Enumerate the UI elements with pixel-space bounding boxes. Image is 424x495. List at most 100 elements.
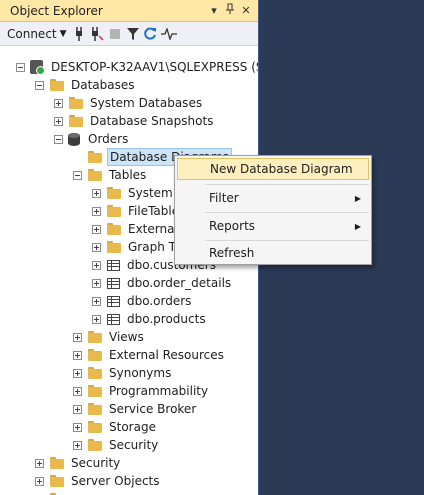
activity-monitor-icon[interactable] [160,24,178,44]
expand-icon[interactable] [92,242,101,252]
expand-icon[interactable] [73,350,82,360]
tree-label-service-broker: Service Broker [109,402,197,416]
dropdown-icon[interactable]: ▾ [206,4,222,17]
collapse-icon[interactable] [16,62,25,72]
folder-icon [87,421,103,433]
tree-node-programmability[interactable]: Programmability [73,382,210,400]
tree-label-server-objects: Server Objects [71,474,160,488]
tree-node-service-broker[interactable]: Service Broker [73,400,198,418]
expand-icon[interactable] [35,458,44,468]
server-icon [30,60,45,75]
refresh-icon[interactable] [142,24,160,44]
database-icon [68,132,80,146]
expand-icon[interactable] [73,422,82,432]
tree-label-security-db: Security [109,438,159,452]
tree-node-table[interactable]: dbo.order_details [92,274,233,292]
expand-icon[interactable] [73,404,82,414]
expand-icon[interactable] [92,260,101,270]
pin-icon[interactable] [222,3,238,18]
expand-icon[interactable] [92,206,101,216]
tree-node-system-tables[interactable]: System T [92,184,186,202]
folder-icon [49,475,65,487]
expand-icon[interactable] [54,116,63,126]
folder-icon [106,205,122,217]
connect-label: Connect [7,26,57,41]
table-icon [107,313,120,325]
folder-icon [87,169,103,181]
tree-label-table: dbo.products [127,312,206,326]
tree-node-storage[interactable]: Storage [73,418,158,436]
tree-label-tables: Tables [109,168,147,182]
menu-separator [205,212,369,213]
folder-icon [87,367,103,379]
expand-icon[interactable] [54,98,63,108]
tree-node-external-resources[interactable]: External Resources [73,346,226,364]
tree-node-table[interactable]: dbo.orders [92,292,193,310]
tree-label-server: DESKTOP-K32AAV1\SQLEXPRESS (SQL [51,60,259,74]
tree-node-database-snapshots[interactable]: Database Snapshots [54,112,215,130]
tree-node-databases[interactable]: Databases [35,76,137,94]
folder-icon [106,241,122,253]
menu-label-filter: Filter [209,191,239,205]
folder-icon [49,79,65,91]
tree-node-security[interactable]: Security [35,454,122,472]
folder-icon [106,187,122,199]
tree-label-programmability: Programmability [109,384,209,398]
expand-icon[interactable] [92,224,101,234]
folder-icon [87,151,103,163]
table-icon [107,277,120,289]
panel-titlebar: Object Explorer ▾ ✕ [0,0,258,22]
menu-item-refresh[interactable]: Refresh [177,242,369,264]
menu-separator [205,240,369,241]
expand-icon[interactable] [73,332,82,342]
tree-node-views[interactable]: Views [73,328,146,346]
tree-node-table[interactable]: dbo.products [92,310,208,328]
menu-item-filter[interactable]: Filter ▶ [177,187,369,209]
expand-icon[interactable] [92,314,101,324]
expand-icon[interactable] [92,188,101,198]
folder-icon [87,439,103,451]
table-icon [107,259,120,271]
filter-icon[interactable] [124,24,142,44]
tree-node-synonyms[interactable]: Synonyms [73,364,173,382]
tree-node-graph-tables[interactable]: Graph Ta [92,238,183,256]
explorer-toolbar: Connect ▼ [0,22,258,46]
tree-label-filetables: FileTable [128,204,180,218]
tree-node-filetables[interactable]: FileTable [92,202,181,220]
menu-label-refresh: Refresh [209,246,255,260]
tree-label-synonyms: Synonyms [109,366,172,380]
folder-icon [87,349,103,361]
submenu-arrow-icon: ▶ [354,193,361,203]
expand-icon[interactable] [73,440,82,450]
tree-node-security-db[interactable]: Security [73,436,160,454]
menu-item-new-database-diagram[interactable]: New Database Diagram [177,158,369,180]
tree-label-storage: Storage [109,420,156,434]
tree-node-server-objects[interactable]: Server Objects [35,472,162,490]
tree-label-table: dbo.order_details [127,276,232,290]
collapse-icon[interactable] [35,80,44,90]
tree-node-partial [35,490,69,495]
collapse-icon[interactable] [73,170,82,180]
folder-icon [87,331,103,343]
tree-node-server[interactable]: DESKTOP-K32AAV1\SQLEXPRESS (SQL [16,58,259,76]
expand-icon[interactable] [73,368,82,378]
connect-button[interactable]: Connect ▼ [4,24,70,44]
tree-node-external-tables[interactable]: External [92,220,180,238]
stop-icon[interactable] [106,24,124,44]
menu-item-reports[interactable]: Reports ▶ [177,215,369,237]
expand-icon[interactable] [92,278,101,288]
expand-icon[interactable] [73,386,82,396]
tree-node-orders[interactable]: Orders [54,130,130,148]
tree-label-databases: Databases [71,78,135,92]
folder-icon [106,223,122,235]
expand-icon[interactable] [92,296,101,306]
disconnect-icon[interactable] [88,24,106,44]
connect-plug-icon[interactable] [70,24,88,44]
tree-node-tables[interactable]: Tables [73,166,148,184]
close-icon[interactable]: ✕ [238,4,254,17]
tree-label-views: Views [109,330,144,344]
collapse-icon[interactable] [54,134,63,144]
tree-node-system-databases[interactable]: System Databases [54,94,204,112]
chevron-down-icon: ▼ [59,28,67,39]
expand-icon[interactable] [35,476,44,486]
